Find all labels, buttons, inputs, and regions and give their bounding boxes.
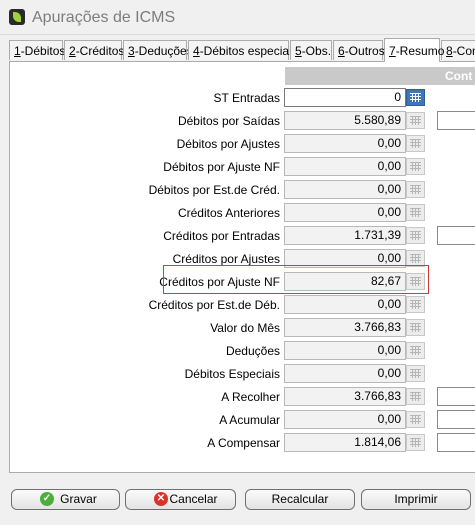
row-a-acumular: A Acumular 0,00 (0, 410, 475, 430)
creditos-est-deb-field[interactable]: 0,00 (284, 295, 406, 314)
a-recolher-field[interactable]: 3.766,83 (284, 387, 406, 406)
debitos-est-cred-field[interactable]: 0,00 (284, 180, 406, 199)
tab-resumo[interactable]: 7-Resumo (384, 38, 444, 62)
calculator-grid-icon[interactable] (406, 89, 425, 106)
row-creditos-anteriores: Créditos Anteriores 0,00 (0, 203, 475, 223)
field-label: Créditos por Entradas (163, 229, 280, 243)
debitos-especiais-field[interactable]: 0,00 (284, 364, 406, 383)
row-debitos-ajustes: Débitos por Ajustes 0,00 (0, 134, 475, 154)
tab-creditos[interactable]: 2-Créditos (64, 40, 124, 60)
calculator-grid-icon[interactable] (406, 227, 425, 244)
a-acumular-field[interactable]: 0,00 (284, 410, 406, 429)
recalculate-button[interactable]: Recalcular (245, 489, 355, 510)
column-header: Cont (285, 67, 475, 85)
tab-deducoes[interactable]: 3-Deduções (123, 40, 193, 60)
field-label: Débitos por Saídas (177, 114, 280, 128)
calculator-grid-icon[interactable] (406, 296, 425, 313)
calculator-grid-icon[interactable] (406, 365, 425, 382)
field-label: A Compensar (207, 436, 280, 450)
app-leaf-icon (9, 9, 25, 25)
row-a-recolher: A Recolher 3.766,83 (0, 387, 475, 407)
debitos-ajustes-field[interactable]: 0,00 (284, 134, 406, 153)
a-compensar-field[interactable]: 1.814,06 (284, 433, 406, 452)
field-label: ST Entradas (213, 91, 280, 105)
field-label: A Recolher (221, 390, 280, 404)
extra-field[interactable] (437, 226, 475, 245)
tab-obs[interactable]: 5-Obs. (290, 40, 332, 60)
calculator-grid-icon[interactable] (406, 319, 425, 336)
extra-field[interactable] (437, 433, 475, 452)
extra-field[interactable] (437, 111, 475, 130)
row-creditos-est-deb: Créditos por Est.de Déb. 0,00 (0, 295, 475, 315)
cancel-button[interactable]: ✕ Cancelar (125, 489, 236, 510)
tab-contabil[interactable]: 8-Con (441, 40, 475, 60)
debitos-saidas-field[interactable]: 5.580,89 (284, 111, 406, 130)
check-circle-icon: ✓ (40, 492, 54, 506)
row-debitos-especiais: Débitos Especiais 0,00 (0, 364, 475, 384)
field-label: Deduções (225, 344, 280, 358)
row-creditos-entradas: Créditos por Entradas 1.731,39 (0, 226, 475, 246)
calculator-grid-icon[interactable] (406, 434, 425, 451)
calculator-grid-icon[interactable] (406, 112, 425, 129)
calculator-grid-icon[interactable] (406, 135, 425, 152)
field-label: Débitos Especiais (184, 367, 280, 381)
row-a-compensar: A Compensar 1.814,06 (0, 433, 475, 453)
tab-outros[interactable]: 6-Outros (333, 40, 385, 60)
calculator-grid-icon[interactable] (406, 388, 425, 405)
calculator-grid-icon[interactable] (406, 411, 425, 428)
field-label: Valor do Mês (210, 321, 280, 335)
row-debitos-est-cred: Débitos por Est.de Créd. 0,00 (0, 180, 475, 200)
extra-field[interactable] (437, 410, 475, 429)
tab-debitos-especiais[interactable]: 4-Débitos especiais (188, 40, 298, 60)
title-bar: Apurações de ICMS (0, 0, 475, 35)
calculator-grid-icon[interactable] (406, 204, 425, 221)
save-button[interactable]: ✓ Gravar (11, 489, 120, 510)
creditos-entradas-field[interactable]: 1.731,39 (284, 226, 406, 245)
row-debitos-ajuste-nf: Débitos por Ajuste NF 0,00 (0, 157, 475, 177)
calculator-grid-icon[interactable] (406, 342, 425, 359)
field-label: Débitos por Ajustes (176, 137, 280, 151)
row-debitos-saidas: Débitos por Saídas 5.580,89 (0, 111, 475, 131)
calculator-grid-icon[interactable] (406, 158, 425, 175)
field-label: Débitos por Ajuste NF (163, 160, 280, 174)
debitos-ajuste-nf-field[interactable]: 0,00 (284, 157, 406, 176)
row-valor-mes: Valor do Mês 3.766,83 (0, 318, 475, 338)
valor-mes-field[interactable]: 3.766,83 (284, 318, 406, 337)
field-label: A Acumular (219, 413, 280, 427)
deducoes-field[interactable]: 0,00 (284, 341, 406, 360)
calculator-grid-icon[interactable] (406, 181, 425, 198)
extra-field[interactable] (437, 387, 475, 406)
field-label: Créditos por Est.de Déb. (148, 298, 280, 312)
print-button[interactable]: Imprimir (361, 489, 471, 510)
field-label: Créditos Anteriores (177, 206, 280, 220)
window-title: Apurações de ICMS (32, 9, 176, 26)
row-st-entradas: ST Entradas 0 (0, 88, 475, 108)
creditos-anteriores-field[interactable]: 0,00 (284, 203, 406, 222)
field-label: Créditos por Ajustes (172, 252, 280, 266)
st-entradas-field[interactable]: 0 (284, 88, 406, 107)
row-deducoes: Deduções 0,00 (0, 341, 475, 361)
x-circle-icon: ✕ (154, 492, 168, 506)
field-label: Débitos por Est.de Créd. (148, 183, 280, 197)
tab-debitos[interactable]: 1-Débitos (9, 40, 65, 60)
tab-strip: 1-Débitos 2-Créditos 3-Deduções 4-Débito… (9, 38, 475, 62)
highlight-box (163, 265, 429, 294)
